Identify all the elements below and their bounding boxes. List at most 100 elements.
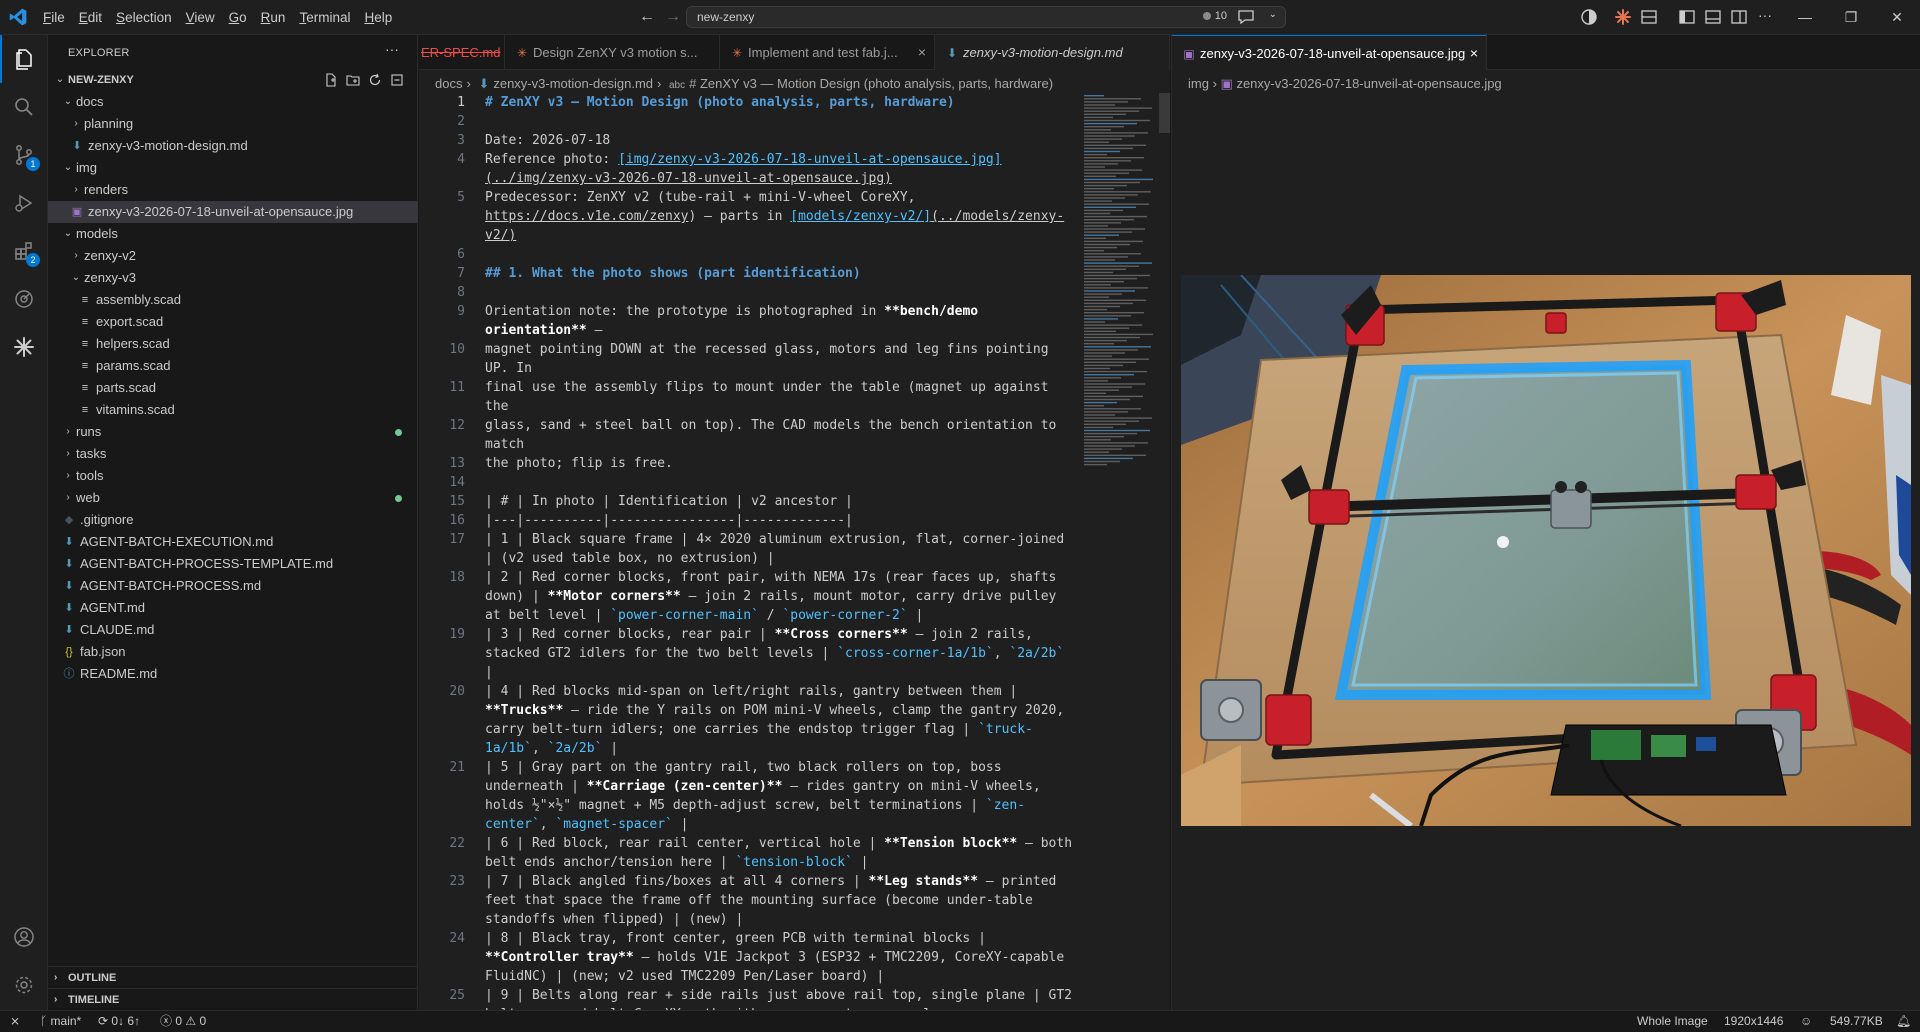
file-item[interactable]: ⬇ CLAUDE.md: [48, 619, 418, 641]
file-item[interactable]: ≡ parts.scad: [48, 377, 418, 399]
problems-indicator[interactable]: ⓧ 0 ⚠ 0: [160, 1011, 206, 1032]
folder-item[interactable]: ⌄ zenxy-v3: [48, 267, 418, 289]
menu-run[interactable]: Run: [254, 6, 293, 30]
breadcrumb-item[interactable]: zenxy-v3-motion-design.md: [493, 76, 653, 91]
file-label: AGENT-BATCH-EXECUTION.md: [80, 534, 274, 549]
minimize-button[interactable]: —: [1782, 0, 1828, 35]
tab-claude-design[interactable]: ✳ Design ZenXY v3 motion s...: [505, 35, 720, 70]
forward-arrow-icon[interactable]: →: [664, 8, 682, 26]
menu-file[interactable]: File: [36, 6, 72, 30]
account-icon[interactable]: [0, 913, 48, 961]
remote-explorer-icon[interactable]: [0, 275, 48, 323]
file-item[interactable]: ≡ vitamins.scad: [48, 399, 418, 421]
editor-group-image: ▣ zenxy-v3-2026-07-18-unveil-at-opensauc…: [1171, 35, 1920, 1010]
vertical-scrollbar[interactable]: [1159, 93, 1170, 1010]
minimap-line: [1084, 420, 1139, 422]
minimap-line: [1084, 181, 1140, 184]
chat-icon[interactable]: [1237, 9, 1255, 25]
folder-item[interactable]: ⌄ img: [48, 157, 418, 179]
source-control-icon[interactable]: 1: [0, 131, 48, 179]
new-file-icon[interactable]: [324, 72, 338, 87]
breadcrumb-item[interactable]: img: [1188, 76, 1209, 91]
zenxy-prototype-photo[interactable]: [1181, 275, 1911, 826]
folder-item[interactable]: ⌄ docs: [48, 91, 418, 113]
chevron-right-icon: ›: [657, 76, 662, 91]
close-window-button[interactable]: ✕: [1874, 0, 1920, 35]
folder-item[interactable]: › web: [48, 487, 418, 509]
outline-section[interactable]: › OUTLINE: [48, 966, 418, 988]
more-actions-icon[interactable]: ···: [1756, 8, 1774, 26]
menu-view[interactable]: View: [179, 6, 222, 30]
explorer-icon[interactable]: [0, 35, 48, 83]
split-editor-icon[interactable]: [1640, 8, 1658, 26]
menu-selection[interactable]: Selection: [109, 6, 179, 30]
breadcrumb-item[interactable]: docs: [435, 76, 462, 91]
minimap[interactable]: [1082, 93, 1158, 473]
breadcrumb-item[interactable]: # ZenXY v3 — Motion Design (photo analys…: [689, 76, 1053, 91]
close-icon[interactable]: ×: [1470, 36, 1478, 70]
file-item[interactable]: ≡ helpers.scad: [48, 333, 418, 355]
scrollbar-thumb[interactable]: [1159, 93, 1170, 133]
file-item[interactable]: ▣ zenxy-v3-2026-07-18-unveil-at-opensauce…: [48, 201, 418, 223]
tab-motion-design[interactable]: ⬇ zenxy-v3-motion-design.md: [935, 35, 1170, 70]
menu-terminal[interactable]: Terminal: [292, 6, 357, 30]
toggle-secondary-sidebar-icon[interactable]: [1730, 8, 1748, 26]
tab-opensauce-image[interactable]: ▣ zenxy-v3-2026-07-18-unveil-at-opensauc…: [1172, 35, 1487, 70]
claude-code-icon[interactable]: [0, 323, 48, 371]
tab-claude-implement[interactable]: ✳ Implement and test fab.j... ×: [720, 35, 935, 70]
tab-er-spec[interactable]: ER-SPEC.md: [419, 35, 505, 70]
scad-file-icon: ≡: [81, 382, 89, 394]
folder-item[interactable]: › zenxy-v2: [48, 245, 418, 267]
timeline-section[interactable]: › TIMELINE: [48, 988, 418, 1010]
image-dimensions: 1920x1446: [1724, 1014, 1784, 1028]
folder-item[interactable]: › runs: [48, 421, 418, 443]
close-icon[interactable]: ×: [918, 35, 926, 70]
file-item[interactable]: ≡ export.scad: [48, 311, 418, 333]
toggle-sidebar-icon[interactable]: [1678, 8, 1696, 26]
notifications-bell-icon[interactable]: 🔔︎: [1896, 1011, 1911, 1032]
menu-edit[interactable]: Edit: [72, 6, 109, 30]
code-editor[interactable]: 1 # ZenXY v3 — Motion Design (photo analy…: [419, 93, 1079, 1010]
menu-help[interactable]: Help: [357, 6, 399, 30]
image-view-mode[interactable]: Whole Image: [1637, 1011, 1708, 1032]
breadcrumb-item[interactable]: zenxy-v3-2026-07-18-unveil-at-opensauce.…: [1236, 76, 1501, 91]
file-item[interactable]: ⬇ AGENT-BATCH-EXECUTION.md: [48, 531, 418, 553]
file-item[interactable]: {} fab.json: [48, 641, 418, 663]
folder-item[interactable]: › tools: [48, 465, 418, 487]
folder-item[interactable]: › planning: [48, 113, 418, 135]
back-arrow-icon[interactable]: ←: [638, 8, 656, 26]
menu-go[interactable]: Go: [222, 6, 254, 30]
notification-badge[interactable]: 10: [1202, 10, 1227, 22]
settings-gear-icon[interactable]: [0, 961, 48, 1009]
extensions-icon[interactable]: 2: [0, 227, 48, 275]
sync-status[interactable]: ⟳ 0↓ 6↑: [98, 1011, 140, 1032]
file-item[interactable]: ⬇ AGENT-BATCH-PROCESS-TEMPLATE.md: [48, 553, 418, 575]
copilot-status-icon[interactable]: ☺: [1800, 1011, 1812, 1032]
new-folder-icon[interactable]: [346, 72, 360, 86]
file-item[interactable]: ≡ assembly.scad: [48, 289, 418, 311]
branch-indicator[interactable]: ᚴ main*: [40, 1011, 81, 1032]
toggle-panel-icon[interactable]: [1704, 8, 1722, 26]
file-item[interactable]: ⬇ AGENT-BATCH-PROCESS.md: [48, 575, 418, 597]
run-debug-icon[interactable]: [0, 179, 48, 227]
file-item[interactable]: ◆ .gitignore: [48, 509, 418, 531]
workspace-root[interactable]: ⌄ NEW-ZENXY: [48, 69, 418, 91]
folder-item[interactable]: › renders: [48, 179, 418, 201]
file-item[interactable]: ⬇ zenxy-v3-motion-design.md: [48, 135, 418, 157]
search-icon[interactable]: [0, 83, 48, 131]
chevron-down-icon[interactable]: ⌄: [1269, 9, 1277, 20]
file-item[interactable]: ⬇ AGENT.md: [48, 597, 418, 619]
minimap-line: [1084, 346, 1151, 348]
collapse-all-icon[interactable]: [390, 72, 404, 86]
refresh-icon[interactable]: [368, 72, 382, 86]
folder-item[interactable]: ⌄ models: [48, 223, 418, 245]
claude-icon[interactable]: [1614, 8, 1632, 26]
folder-item[interactable]: › tasks: [48, 443, 418, 465]
copilot-icon[interactable]: [1580, 8, 1598, 26]
file-item[interactable]: ⓘ README.md: [48, 663, 418, 685]
command-center[interactable]: new-zenxy 10 ⌄: [686, 6, 1286, 28]
file-item[interactable]: ≡ params.scad: [48, 355, 418, 377]
remote-indicator-icon[interactable]: ⨯: [10, 1011, 20, 1032]
more-actions-icon[interactable]: ···: [385, 41, 399, 57]
restore-button[interactable]: ❐: [1828, 0, 1874, 35]
